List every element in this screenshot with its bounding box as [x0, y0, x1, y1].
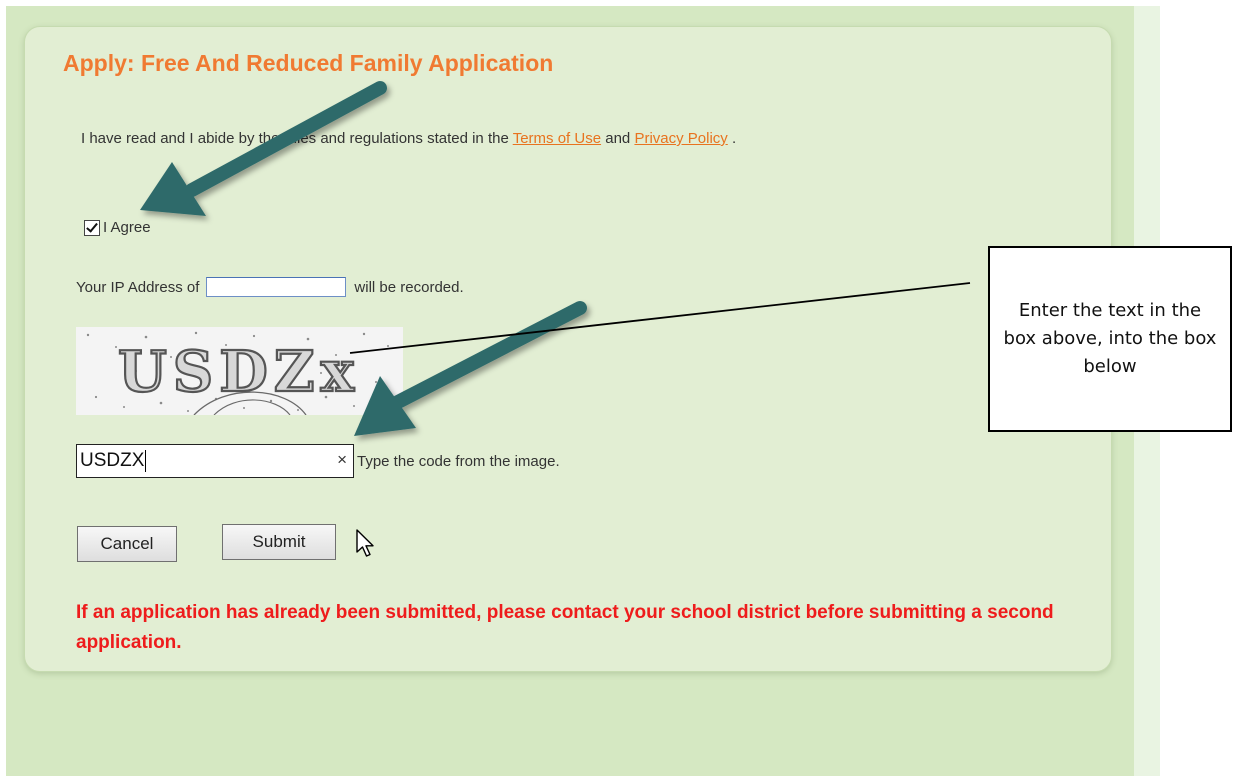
captcha-text: USDZx — [118, 339, 360, 405]
cancel-button[interactable]: Cancel — [77, 526, 177, 562]
terms-statement: I have read and I abide by the rules and… — [81, 130, 736, 147]
agree-row: I Agree — [84, 219, 151, 236]
captcha-code-value: USDZX — [80, 450, 145, 471]
terms-prefix: I have read and I abide by the rules and… — [81, 130, 513, 147]
agree-label: I Agree — [103, 219, 151, 236]
captcha-image: USDZx — [76, 327, 403, 415]
terms-of-use-link[interactable]: Terms of Use — [513, 130, 601, 147]
privacy-policy-link[interactable]: Privacy Policy — [634, 130, 727, 147]
ip-address-row: Your IP Address of will be recorded. — [76, 277, 464, 297]
captcha-code-hint: Type the code from the image. — [357, 452, 560, 470]
callout-text: Enter the text in the box above, into th… — [1003, 300, 1217, 377]
clear-input-icon[interactable]: × — [337, 450, 347, 470]
screenshot-stage: Apply: Free And Reduced Family Applicati… — [0, 0, 1243, 776]
ip-suffix: will be recorded. — [354, 278, 464, 296]
terms-and: and — [601, 130, 635, 147]
ip-address-field — [206, 277, 347, 297]
submit-button[interactable]: Submit — [222, 524, 336, 560]
page-title: Apply: Free And Reduced Family Applicati… — [63, 50, 554, 76]
agree-checkbox[interactable] — [84, 219, 100, 236]
captcha-code-input[interactable]: USDZX × — [76, 444, 354, 478]
mouse-pointer-icon — [356, 529, 374, 557]
ip-prefix: Your IP Address of — [76, 278, 200, 296]
text-caret — [145, 450, 147, 472]
captcha-code-row: USDZX × Type the code from the image. — [76, 444, 560, 478]
annotation-callout: Enter the text in the box above, into th… — [988, 246, 1232, 432]
duplicate-application-warning: If an application has already been submi… — [76, 602, 1054, 653]
terms-suffix: . — [727, 130, 737, 147]
